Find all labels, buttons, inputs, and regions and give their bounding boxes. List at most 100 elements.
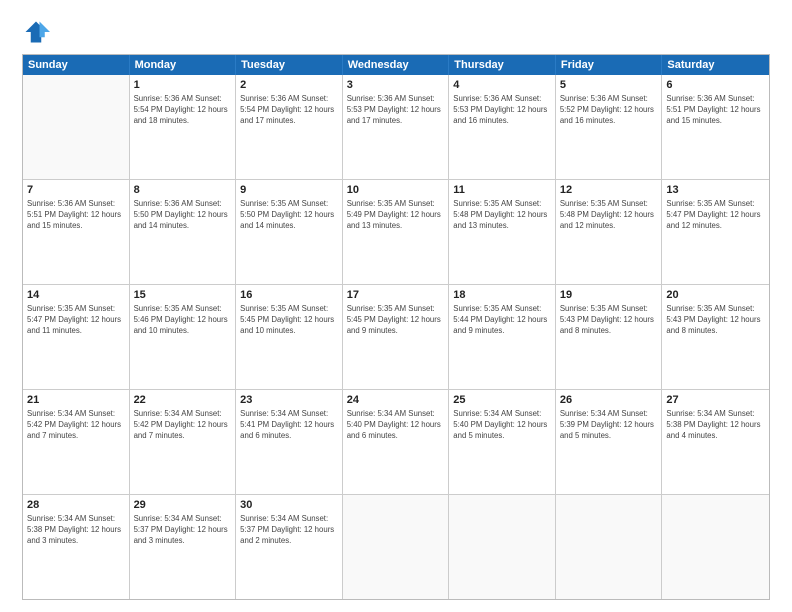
day-number: 26	[560, 393, 658, 407]
day-number: 15	[134, 288, 232, 302]
day-info: Sunrise: 5:34 AM Sunset: 5:41 PM Dayligh…	[240, 409, 338, 442]
day-info: Sunrise: 5:35 AM Sunset: 5:48 PM Dayligh…	[453, 199, 551, 232]
calendar-cell: 14Sunrise: 5:35 AM Sunset: 5:47 PM Dayli…	[23, 285, 130, 389]
day-number: 17	[347, 288, 445, 302]
day-number: 16	[240, 288, 338, 302]
day-info: Sunrise: 5:36 AM Sunset: 5:52 PM Dayligh…	[560, 94, 658, 127]
calendar-cell: 11 Sunrise: 5:35 AM Sunset: 5:48 PM Dayli…	[449, 180, 556, 284]
calendar-cell: 18 Sunrise: 5:35 AM Sunset: 5:44 PM Dayli…	[449, 285, 556, 389]
day-info: Sunrise: 5:34 AM Sunset: 5:42 PM Dayligh…	[27, 409, 125, 442]
day-number: 3	[347, 78, 445, 92]
day-number: 20	[666, 288, 765, 302]
day-info: Sunrise: 5:35 AM Sunset: 5:48 PM Dayligh…	[560, 199, 658, 232]
day-number: 29	[134, 498, 232, 512]
day-number: 27	[666, 393, 765, 407]
day-info: Sunrise: 5:36 AM Sunset: 5:53 PM Dayligh…	[453, 94, 551, 127]
day-info: Sunrise: 5:35 AM Sunset: 5:47 PM Dayligh…	[27, 304, 125, 337]
day-info: Sunrise: 5:34 AM Sunset: 5:37 PM Dayligh…	[240, 514, 338, 547]
header	[22, 18, 770, 46]
calendar-cell: 19 Sunrise: 5:35 AM Sunset: 5:43 PM Dayli…	[556, 285, 663, 389]
calendar-week-2: 7 Sunrise: 5:36 AM Sunset: 5:51 PM Daylig…	[23, 179, 769, 284]
day-info: Sunrise: 5:34 AM Sunset: 5:37 PM Dayligh…	[134, 514, 232, 547]
day-info: Sunrise: 5:34 AM Sunset: 5:38 PM Dayligh…	[27, 514, 125, 547]
day-number: 1	[134, 78, 232, 92]
day-info: Sunrise: 5:34 AM Sunset: 5:40 PM Dayligh…	[347, 409, 445, 442]
day-number: 30	[240, 498, 338, 512]
logo-icon	[22, 18, 50, 46]
calendar-cell: 21 Sunrise: 5:34 AM Sunset: 5:42 PM Dayli…	[23, 390, 130, 494]
day-number: 13	[666, 183, 765, 197]
calendar-cell: 6 Sunrise: 5:36 AM Sunset: 5:51 PM Daylig…	[662, 75, 769, 179]
day-number: 7	[27, 183, 125, 197]
day-number: 25	[453, 393, 551, 407]
calendar-cell	[23, 75, 130, 179]
day-info: Sunrise: 5:35 AM Sunset: 5:47 PM Dayligh…	[666, 199, 765, 232]
day-info: Sunrise: 5:35 AM Sunset: 5:49 PM Dayligh…	[347, 199, 445, 232]
calendar-body: 1 Sunrise: 5:36 AM Sunset: 5:54 PM Daylig…	[23, 75, 769, 599]
calendar-cell: 2Sunrise: 5:36 AM Sunset: 5:54 PM Daylig…	[236, 75, 343, 179]
day-number: 10	[347, 183, 445, 197]
calendar-cell: 4Sunrise: 5:36 AM Sunset: 5:53 PM Daylig…	[449, 75, 556, 179]
header-day-monday: Monday	[130, 55, 237, 75]
calendar-cell: 15 Sunrise: 5:35 AM Sunset: 5:46 PM Dayli…	[130, 285, 237, 389]
calendar-cell: 10 Sunrise: 5:35 AM Sunset: 5:49 PM Dayli…	[343, 180, 450, 284]
header-day-tuesday: Tuesday	[236, 55, 343, 75]
day-info: Sunrise: 5:34 AM Sunset: 5:40 PM Dayligh…	[453, 409, 551, 442]
day-number: 9	[240, 183, 338, 197]
day-info: Sunrise: 5:36 AM Sunset: 5:54 PM Dayligh…	[134, 94, 232, 127]
day-number: 5	[560, 78, 658, 92]
day-number: 21	[27, 393, 125, 407]
header-day-wednesday: Wednesday	[343, 55, 450, 75]
calendar-cell: 17 Sunrise: 5:35 AM Sunset: 5:45 PM Dayli…	[343, 285, 450, 389]
calendar-week-3: 14Sunrise: 5:35 AM Sunset: 5:47 PM Dayli…	[23, 284, 769, 389]
day-number: 19	[560, 288, 658, 302]
day-number: 18	[453, 288, 551, 302]
day-info: Sunrise: 5:35 AM Sunset: 5:43 PM Dayligh…	[560, 304, 658, 337]
day-info: Sunrise: 5:35 AM Sunset: 5:44 PM Dayligh…	[453, 304, 551, 337]
day-number: 23	[240, 393, 338, 407]
header-day-sunday: Sunday	[23, 55, 130, 75]
day-info: Sunrise: 5:36 AM Sunset: 5:53 PM Dayligh…	[347, 94, 445, 127]
day-info: Sunrise: 5:35 AM Sunset: 5:43 PM Dayligh…	[666, 304, 765, 337]
calendar-cell: 27 Sunrise: 5:34 AM Sunset: 5:38 PM Dayli…	[662, 390, 769, 494]
header-day-thursday: Thursday	[449, 55, 556, 75]
day-number: 8	[134, 183, 232, 197]
calendar-cell	[662, 495, 769, 599]
day-info: Sunrise: 5:35 AM Sunset: 5:50 PM Dayligh…	[240, 199, 338, 232]
calendar-cell: 20 Sunrise: 5:35 AM Sunset: 5:43 PM Dayli…	[662, 285, 769, 389]
day-info: Sunrise: 5:35 AM Sunset: 5:46 PM Dayligh…	[134, 304, 232, 337]
calendar-cell: 29 Sunrise: 5:34 AM Sunset: 5:37 PM Dayli…	[130, 495, 237, 599]
calendar-cell	[449, 495, 556, 599]
logo	[22, 18, 54, 46]
day-number: 22	[134, 393, 232, 407]
calendar-cell	[343, 495, 450, 599]
calendar-week-1: 1 Sunrise: 5:36 AM Sunset: 5:54 PM Daylig…	[23, 75, 769, 179]
header-day-saturday: Saturday	[662, 55, 769, 75]
calendar-cell: 1 Sunrise: 5:36 AM Sunset: 5:54 PM Daylig…	[130, 75, 237, 179]
day-number: 24	[347, 393, 445, 407]
calendar-cell: 23 Sunrise: 5:34 AM Sunset: 5:41 PM Dayli…	[236, 390, 343, 494]
calendar-cell: 5 Sunrise: 5:36 AM Sunset: 5:52 PM Daylig…	[556, 75, 663, 179]
calendar-week-5: 28 Sunrise: 5:34 AM Sunset: 5:38 PM Dayli…	[23, 494, 769, 599]
day-number: 28	[27, 498, 125, 512]
calendar: SundayMondayTuesdayWednesdayThursdayFrid…	[22, 54, 770, 600]
calendar-cell: 8Sunrise: 5:36 AM Sunset: 5:50 PM Daylig…	[130, 180, 237, 284]
calendar-cell: 22 Sunrise: 5:34 AM Sunset: 5:42 PM Dayli…	[130, 390, 237, 494]
calendar-cell: 28 Sunrise: 5:34 AM Sunset: 5:38 PM Dayli…	[23, 495, 130, 599]
page: SundayMondayTuesdayWednesdayThursdayFrid…	[0, 0, 792, 612]
calendar-cell: 9 Sunrise: 5:35 AM Sunset: 5:50 PM Daylig…	[236, 180, 343, 284]
day-info: Sunrise: 5:34 AM Sunset: 5:42 PM Dayligh…	[134, 409, 232, 442]
day-info: Sunrise: 5:36 AM Sunset: 5:51 PM Dayligh…	[666, 94, 765, 127]
calendar-cell: 25 Sunrise: 5:34 AM Sunset: 5:40 PM Dayli…	[449, 390, 556, 494]
calendar-cell: 30 Sunrise: 5:34 AM Sunset: 5:37 PM Dayli…	[236, 495, 343, 599]
calendar-cell	[556, 495, 663, 599]
calendar-cell: 26Sunrise: 5:34 AM Sunset: 5:39 PM Dayli…	[556, 390, 663, 494]
day-info: Sunrise: 5:36 AM Sunset: 5:51 PM Dayligh…	[27, 199, 125, 232]
day-number: 6	[666, 78, 765, 92]
day-number: 2	[240, 78, 338, 92]
day-info: Sunrise: 5:34 AM Sunset: 5:38 PM Dayligh…	[666, 409, 765, 442]
day-number: 11	[453, 183, 551, 197]
calendar-cell: 16Sunrise: 5:35 AM Sunset: 5:45 PM Dayli…	[236, 285, 343, 389]
day-info: Sunrise: 5:35 AM Sunset: 5:45 PM Dayligh…	[347, 304, 445, 337]
calendar-header-row: SundayMondayTuesdayWednesdayThursdayFrid…	[23, 55, 769, 75]
